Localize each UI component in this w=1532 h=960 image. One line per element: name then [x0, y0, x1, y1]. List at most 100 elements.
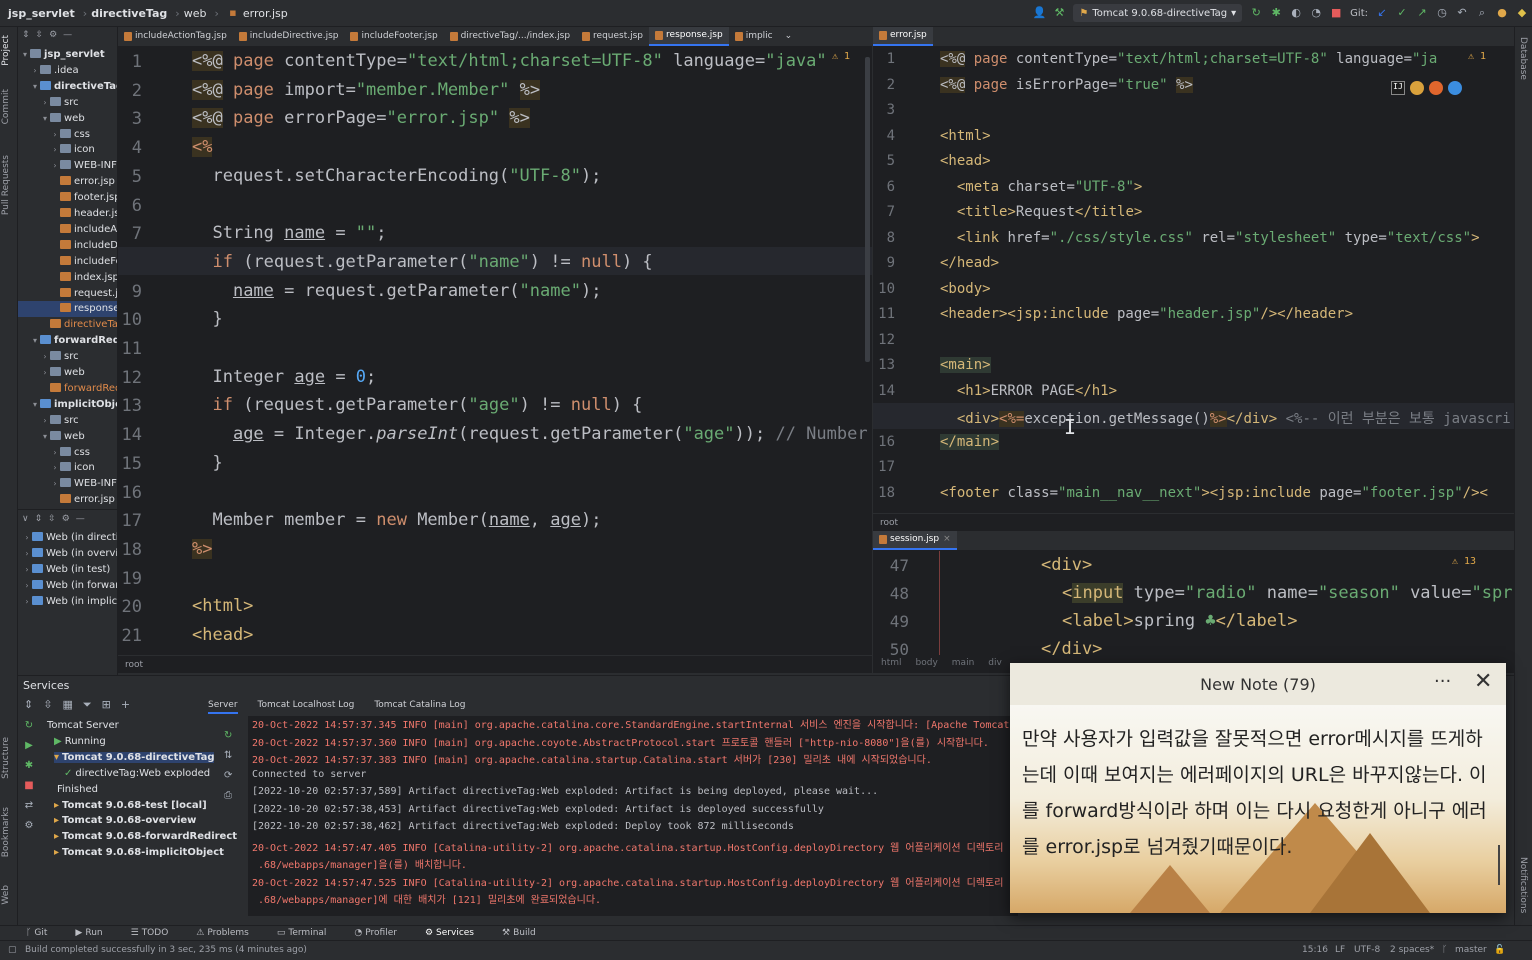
web-tree-item[interactable]: › Web (in directiveTag)	[18, 530, 117, 546]
chevron-down-icon[interactable]: ▾	[30, 397, 40, 413]
left-code-editor[interactable]: 123456789101112131415161718192021 <%@ pa…	[118, 47, 872, 655]
right-code-editor[interactable]: 123456789101112131415161718 <%@ page con…	[873, 47, 1514, 513]
open-browser-icon[interactable]: ⎙	[224, 786, 232, 806]
user-icon[interactable]: 👤	[1032, 6, 1047, 20]
project-tree-item[interactable]: error.jsp	[18, 492, 117, 508]
close-icon[interactable]: ✕	[1474, 669, 1492, 694]
tab-catalina-log[interactable]: Tomcat Catalina Log	[374, 700, 465, 714]
profile-icon[interactable]: ◔	[1309, 6, 1323, 20]
firefox-icon[interactable]	[1429, 81, 1443, 95]
breadcrumb-file[interactable]: error.jsp	[243, 7, 288, 20]
gear-icon[interactable]: ⚙	[49, 30, 57, 40]
project-tree-item[interactable]: request.jsp	[18, 286, 117, 302]
coverage-icon[interactable]: ◐	[1289, 6, 1303, 20]
chevron-down-icon[interactable]: ▾	[30, 79, 40, 95]
project-tool-button[interactable]: Project	[1, 35, 11, 66]
notifications-tool-button[interactable]: Notifications	[1518, 857, 1528, 913]
chevron-right-icon[interactable]: ›	[22, 578, 32, 594]
chevron-right-icon[interactable]: ›	[50, 158, 60, 174]
chevron-right-icon[interactable]: ›	[22, 562, 32, 578]
tab-server[interactable]: Server	[208, 700, 238, 714]
commit-tool-button[interactable]: Commit	[1, 89, 11, 124]
chevron-down-icon[interactable]: ▾	[30, 333, 40, 349]
tool-window-terminal[interactable]: ▭ Terminal	[277, 928, 341, 938]
git-branch[interactable]: master	[1455, 945, 1487, 955]
project-tree-item[interactable]: ▾ implicitObject	[18, 397, 117, 413]
chevron-right-icon[interactable]: ›	[40, 365, 50, 381]
run-configuration-select[interactable]: ⚑ Tomcat 9.0.68-directiveTag ▾	[1073, 4, 1243, 22]
services-tree-item[interactable]: Tomcat Server	[44, 720, 119, 731]
editor-tab[interactable]: implic	[729, 27, 779, 46]
bookmarks-tool-button[interactable]: Bookmarks	[1, 807, 11, 857]
project-tree-item[interactable]: footer.jsp	[18, 190, 117, 206]
new-service-icon[interactable]: ⊞	[102, 698, 111, 712]
refresh-icon[interactable]: ↻	[22, 716, 36, 736]
status-message[interactable]: Build completed successfully in 3 sec, 2…	[25, 945, 307, 955]
chevron-right-icon[interactable]: ›	[50, 142, 60, 158]
web-tree-item[interactable]: › Web (in overview)	[18, 546, 117, 562]
edge-icon[interactable]	[1448, 81, 1462, 95]
tab-close-icon[interactable]: ×	[943, 531, 951, 549]
services-tree-item[interactable]: ▸ Tomcat 9.0.68-implicitObject	[54, 847, 224, 858]
session-warning-indicator[interactable]: ⚠ 13	[1452, 556, 1476, 567]
right-editor-breadcrumb[interactable]: root	[873, 513, 1514, 531]
web-tree-item[interactable]: › Web (in implicitObject)	[18, 594, 117, 610]
chevron-right-icon[interactable]: ›	[50, 127, 60, 143]
stop-service-icon[interactable]: ■	[22, 776, 36, 796]
chevron-right-icon[interactable]: ›	[22, 594, 32, 610]
chevron-right-icon[interactable]: ›	[40, 413, 50, 429]
chevron-right-icon[interactable]: ›	[40, 95, 50, 111]
structure-tool-button[interactable]: Structure	[1, 737, 11, 779]
editor-tab[interactable]: directiveTag/.../index.jsp	[444, 27, 576, 46]
editor-tab[interactable]: response.jsp	[649, 27, 729, 46]
session-code-editor[interactable]: 47 48 49 50 <div> <input type="radio" name=…	[873, 551, 1514, 655]
services-tree-item[interactable]: ▸ Tomcat 9.0.68-test [local]	[54, 800, 207, 811]
editor-tab[interactable]: includeDirective.jsp	[233, 27, 345, 46]
git-commit-icon[interactable]: ✓	[1395, 6, 1409, 20]
editor-tab[interactable]: request.jsp	[576, 27, 649, 46]
project-tree-item[interactable]: includeDirective.jsp	[18, 238, 117, 254]
tab-localhost-log[interactable]: Tomcat Localhost Log	[258, 700, 355, 714]
crumb-div[interactable]: div	[988, 658, 1002, 670]
project-tree-item[interactable]: response.jsp	[18, 301, 117, 318]
tool-window-git[interactable]: ᚴ Git	[26, 928, 61, 938]
crumb-main[interactable]: main	[952, 658, 975, 670]
project-tree-item[interactable]: › src	[18, 413, 117, 429]
chevron-right-icon[interactable]: ›	[30, 63, 40, 79]
rollback-icon[interactable]: ↶	[1455, 6, 1469, 20]
chevron-right-icon[interactable]: ›	[22, 546, 32, 562]
project-tree-item[interactable]: ▾ directiveTag	[18, 79, 117, 95]
left-scrollbar[interactable]	[865, 57, 870, 362]
services-tree-item[interactable]: ▾ Tomcat 9.0.68-directiveTag	[54, 751, 215, 763]
lock-icon[interactable]: 🔓	[1494, 945, 1505, 955]
database-tool-button[interactable]: Database	[1518, 37, 1528, 80]
tool-window-profiler[interactable]: ◔ Profiler	[354, 928, 411, 938]
tool-window-run[interactable]: ▶ Run	[75, 928, 116, 938]
project-tree-item[interactable]: header.jsp	[18, 206, 117, 222]
services-tree-item[interactable]: ▸ Tomcat 9.0.68-forwardRedirect	[54, 831, 237, 842]
chevron-down-icon[interactable]: ▾	[40, 429, 50, 445]
intellij-preview-icon[interactable]: IJ	[1391, 81, 1405, 95]
web-tree-item[interactable]: › Web (in test)	[18, 562, 117, 578]
line-separator[interactable]: LF	[1335, 945, 1345, 955]
debug-service-icon[interactable]: ✱	[22, 756, 36, 776]
project-tree-item[interactable]: › WEB-INF	[18, 158, 117, 174]
note-scrollbar[interactable]	[1498, 845, 1500, 885]
update-app-icon[interactable]: ⟳	[224, 766, 232, 786]
sticky-note-window[interactable]: New Note (79) ··· ✕ 만약 사용자가 입력값을 잘못적으면 e…	[1010, 663, 1506, 913]
history-icon[interactable]: ◷	[1435, 6, 1449, 20]
debug-icon[interactable]: ✱	[1269, 6, 1283, 20]
project-tree-item[interactable]: directiveTag.iml	[18, 317, 117, 333]
project-tree-item[interactable]: includeFooter.jsp	[18, 254, 117, 270]
tab-session-jsp[interactable]: session.jsp ×	[873, 531, 957, 550]
crumb-html[interactable]: html	[881, 658, 902, 670]
chevron-down-icon[interactable]: ▾	[20, 47, 30, 63]
deploy-icon[interactable]: ⇄	[22, 796, 36, 816]
web-hide-icon[interactable]: —	[76, 514, 85, 524]
project-tree-item[interactable]: › icon	[18, 142, 117, 158]
project-tree-item[interactable]: › src	[18, 349, 117, 365]
services-tree-item[interactable]: Finished	[54, 784, 98, 795]
deploy-all-icon[interactable]: ↻	[224, 726, 232, 746]
project-tree-item[interactable]: › web	[18, 365, 117, 381]
tool-window-todo[interactable]: ☰ TODO	[131, 928, 183, 938]
